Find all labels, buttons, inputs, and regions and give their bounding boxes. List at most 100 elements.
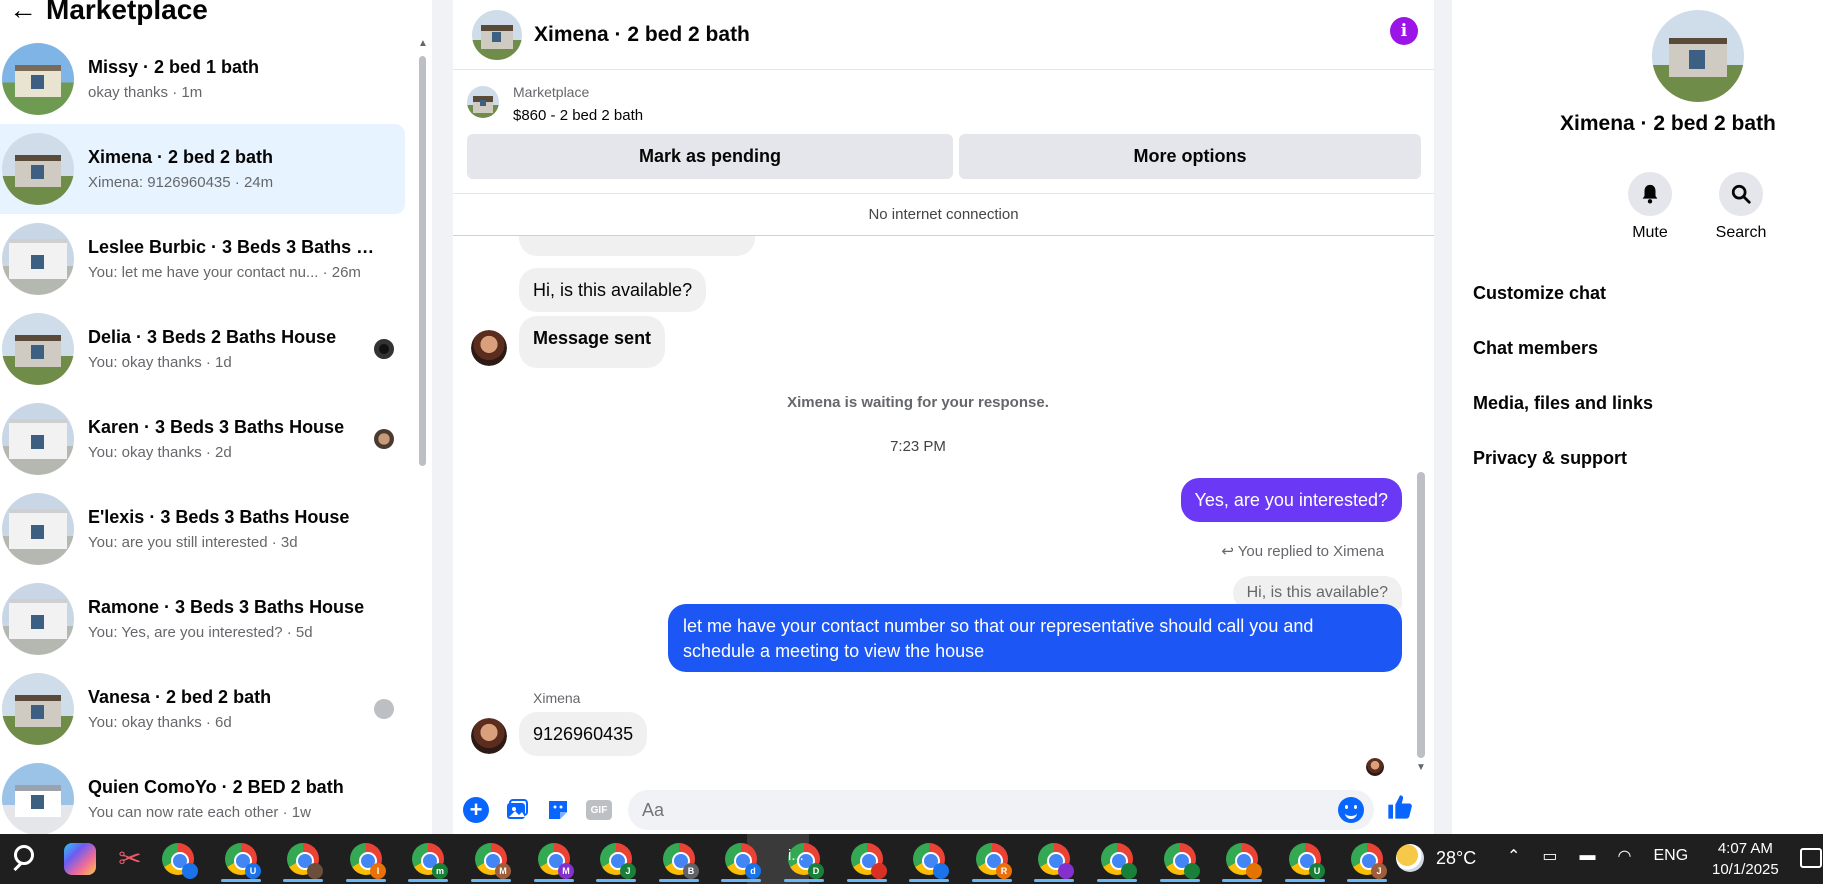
wifi-icon[interactable]: ◠ [1618, 846, 1632, 866]
chrome-profile-icon[interactable]: U [1285, 843, 1325, 882]
sender-avatar[interactable] [471, 330, 507, 366]
scroll-down-icon[interactable]: ▼ [1416, 762, 1426, 773]
meet-icon[interactable]: ▭ [1542, 846, 1557, 866]
scrollbar-thumb[interactable] [419, 56, 426, 466]
conversation-item-quien[interactable]: Quien ComoYo · 2 BED 2 bath You can now … [0, 754, 410, 834]
listing-avatar [2, 673, 74, 745]
conversation-item-ximena[interactable]: Ximena · 2 bed 2 bath Ximena: 9126960435… [0, 124, 405, 214]
sticker-icon[interactable] [545, 797, 571, 823]
privacy-support-item[interactable]: Privacy & support [1473, 448, 1627, 469]
profile-badge: I [370, 863, 386, 879]
listing-thumbnail[interactable] [467, 86, 499, 118]
seen-avatar-icon [374, 339, 394, 359]
clock[interactable]: 4:07 AM 10/1/2025 [1712, 838, 1779, 880]
search-icon[interactable] [10, 843, 42, 875]
conversation-item-vanesa[interactable]: Vanesa · 2 bed 2 bath You: okay thanks ·… [0, 664, 410, 754]
notification-icon[interactable] [1800, 848, 1822, 868]
profile-badge: R [996, 863, 1012, 879]
chrome-profile-icon[interactable]: I [346, 843, 386, 882]
running-indicator [596, 879, 636, 882]
conversation-item-karen[interactable]: Karen · 3 Beds 3 Baths House You: okay t… [0, 394, 410, 484]
customize-chat-item[interactable]: Customize chat [1473, 283, 1606, 304]
thumbs-up-icon[interactable] [1386, 793, 1414, 828]
running-indicator [283, 879, 323, 882]
chrome-profile-icon[interactable] [162, 843, 198, 879]
chevron-up-icon[interactable]: ⌃ [1507, 846, 1520, 866]
message-input-container [628, 790, 1374, 830]
chat-scrollbar[interactable]: ▼ [1414, 236, 1428, 784]
scroll-up-icon[interactable]: ▲ [418, 38, 428, 49]
chrome-profile-icon[interactable]: J [596, 843, 636, 882]
chrome-profile-icon[interactable]: M [471, 843, 511, 882]
conversation-preview: okay thanks · 1m [88, 84, 203, 101]
mute-label: Mute [1632, 224, 1668, 241]
chat-members-item[interactable]: Chat members [1473, 338, 1598, 359]
chat-title[interactable]: Ximena · 2 bed 2 bath [534, 23, 750, 47]
search-button[interactable]: Search [1706, 172, 1776, 242]
conversation-preview: You: okay thanks · 6d [88, 714, 232, 731]
conversation-item-elexis[interactable]: E'lexis · 3 Beds 3 Baths House You: are … [0, 484, 410, 574]
conversation-name: Missy · 2 bed 1 bath [88, 57, 260, 77]
chat-avatar[interactable] [472, 9, 522, 60]
snipping-tool-icon[interactable]: ✂ [114, 843, 146, 875]
chrome-profile-icon[interactable] [283, 843, 323, 882]
seen-avatar-icon [374, 429, 394, 449]
message-bubble-outgoing: Yes, are you interested? [1180, 478, 1402, 522]
conversation-item-delia[interactable]: Delia · 3 Beds 2 Baths House You: okay t… [0, 304, 410, 394]
listing-price[interactable]: $860 - 2 bed 2 bath [513, 107, 643, 124]
chrome-profile-icon[interactable]: R [972, 843, 1012, 882]
chrome-profile-icon[interactable] [847, 843, 887, 882]
plus-icon[interactable]: + [463, 797, 489, 823]
photo-icon[interactable] [504, 797, 530, 823]
battery-icon[interactable]: ▬ [1580, 847, 1596, 865]
chrome-profile-icon[interactable]: J [1347, 843, 1387, 882]
profile-badge [182, 863, 198, 879]
chrome-profile-icon[interactable]: m [408, 843, 448, 882]
sender-avatar[interactable] [471, 718, 507, 754]
sidebar-scrollbar[interactable]: ▲ [415, 38, 431, 834]
conversation-name: E'lexis · 3 Beds 3 Baths House [88, 507, 350, 527]
conversation-item-missy[interactable]: Missy · 2 bed 1 bath okay thanks · 1m [0, 34, 410, 124]
chrome-profile-icon[interactable]: d [721, 843, 761, 882]
emoji-icon[interactable] [1338, 797, 1364, 823]
read-receipt-avatar [1366, 758, 1384, 776]
scrollbar-thumb[interactable] [1417, 472, 1425, 758]
profile-badge: J [1371, 863, 1387, 879]
chrome-profile-icon[interactable]: B [659, 843, 699, 882]
back-arrow-icon[interactable]: ← [0, 0, 46, 26]
listing-avatar [2, 583, 74, 655]
conversation-info-panel: Ximena · 2 bed 2 bath Mute Search Custom… [1452, 0, 1823, 834]
marketplace-sidebar: ← Marketplace Missy · 2 bed 1 bath okay … [0, 0, 432, 834]
conversation-preview: Ximena: 9126960435 · 24m [88, 174, 274, 191]
weather-widget[interactable]: 28°C [1396, 844, 1476, 872]
running-indicator [1097, 879, 1137, 882]
profile-badge: B [683, 863, 699, 879]
mute-button[interactable]: Mute [1615, 172, 1685, 242]
media-files-links-item[interactable]: Media, files and links [1473, 393, 1653, 414]
chrome-profile-icon[interactable]: M [534, 843, 574, 882]
message-bubble-incoming: Message sent [519, 316, 666, 368]
chrome-profile-icon[interactable] [1034, 843, 1074, 882]
language-indicator[interactable]: ENG [1654, 847, 1689, 865]
marketplace-listing-card: Marketplace $860 - 2 bed 2 bath Mark as … [453, 72, 1434, 192]
chrome-profile-icon[interactable] [1097, 843, 1137, 882]
message-bubble-incoming: 9126960435 [519, 712, 648, 756]
more-options-button[interactable]: More options [959, 134, 1421, 179]
profile-badge [1121, 863, 1137, 879]
gif-icon[interactable]: GIF [586, 800, 612, 820]
chrome-profile-icon[interactable]: U [221, 843, 261, 882]
message-timestamp: 7:23 PM [890, 438, 946, 455]
message-input[interactable] [628, 790, 1308, 830]
mark-as-pending-button[interactable]: Mark as pending [467, 134, 953, 179]
chrome-profile-icon[interactable] [1160, 843, 1200, 882]
chrome-profile-icon[interactable] [1222, 843, 1262, 882]
chrome-profile-icon[interactable] [909, 843, 949, 882]
profile-badge: U [245, 863, 261, 879]
copilot-icon[interactable] [64, 843, 96, 875]
conversation-item-ramone[interactable]: Ramone · 3 Beds 3 Baths House You: Yes, … [0, 574, 410, 664]
running-indicator [1034, 879, 1074, 882]
conversation-name: Karen · 3 Beds 3 Baths House [88, 417, 345, 437]
profile-avatar[interactable] [1652, 10, 1744, 102]
info-icon[interactable]: i [1390, 17, 1418, 45]
conversation-item-leslee[interactable]: Leslee Burbic · 3 Beds 3 Baths H... You:… [0, 214, 410, 304]
